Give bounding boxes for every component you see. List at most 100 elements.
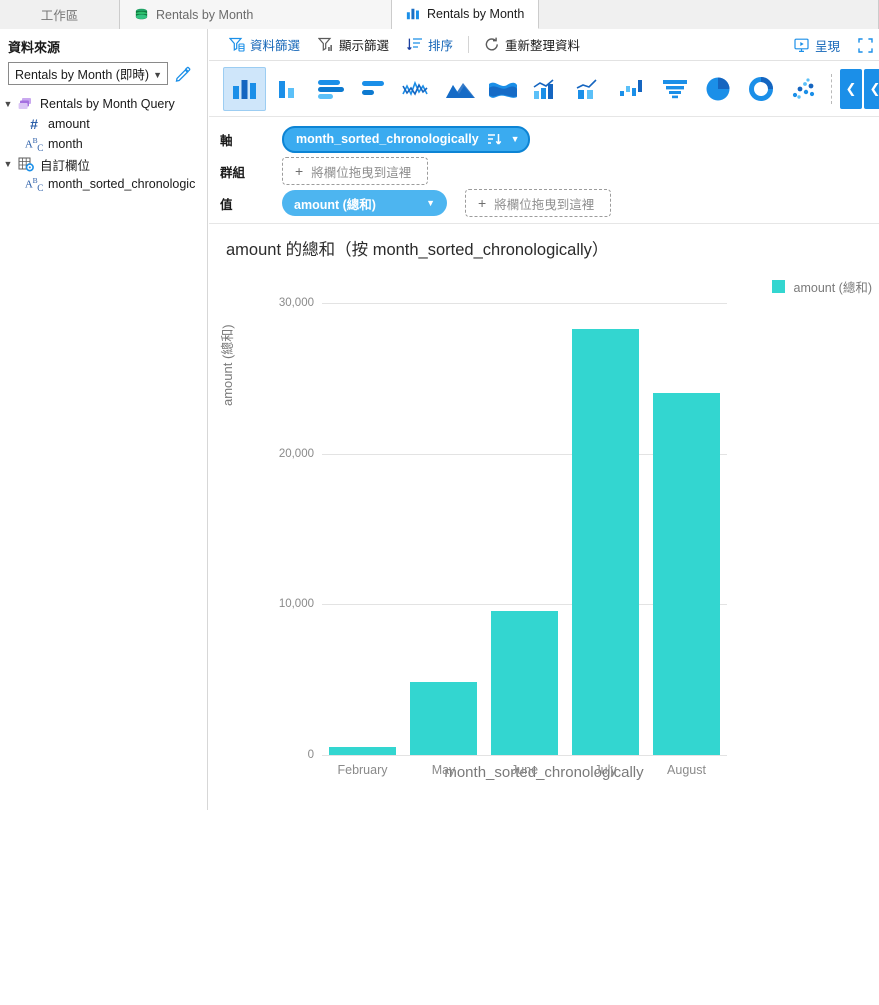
data-source-select-value: Rentals by Month (即時) — [15, 64, 149, 83]
chevron-expanded-icon[interactable]: ▼ — [0, 99, 16, 109]
value-field-pill-label: amount (總和) — [294, 194, 376, 213]
gallery-scroll-right-button[interactable]: ❮ — [864, 69, 879, 109]
custom-field-icon — [16, 157, 36, 172]
axis-field-pill[interactable]: month_sorted_chronologically ▼ — [282, 126, 530, 153]
refresh-data-button[interactable]: 重新整理資料 — [475, 33, 589, 57]
chart-editor-pane: 資料篩選 顯示篩選 排 — [209, 29, 879, 810]
present-label: 呈現 — [815, 36, 840, 55]
gallery-combo-column-line-chart[interactable] — [567, 67, 610, 111]
show-filter-button[interactable]: 顯示篩選 — [309, 33, 398, 57]
chart-type-gallery: ❮ ❮ — [209, 61, 879, 117]
gallery-column-chart-variant[interactable] — [266, 67, 309, 111]
data-filter-button[interactable]: 資料篩選 — [220, 33, 309, 57]
sort-desc-icon[interactable] — [487, 133, 503, 146]
chart-bar[interactable] — [410, 682, 477, 755]
chevron-down-icon: ▼ — [153, 63, 162, 85]
refresh-data-label: 重新整理資料 — [505, 35, 580, 54]
gallery-area-chart[interactable] — [438, 67, 481, 111]
text-icon: ABC — [24, 136, 44, 153]
plus-icon: + — [478, 195, 486, 211]
chart-bar[interactable] — [329, 747, 396, 755]
present-button[interactable]: 呈現 — [785, 33, 849, 57]
value-dropzone[interactable]: + 將欄位拖曳到這裡 — [465, 189, 611, 217]
chart-y-axis-label: amount (總和) — [217, 324, 236, 406]
group-well-row: 群組 + 將欄位拖曳到這裡 — [209, 155, 879, 187]
present-icon — [794, 38, 810, 53]
gallery-bar-chart[interactable] — [309, 67, 352, 111]
fullscreen-button[interactable] — [849, 33, 879, 57]
chart-x-tick-label: June — [511, 763, 538, 777]
gallery-pie-chart[interactable] — [696, 67, 739, 111]
gallery-divider — [831, 74, 832, 104]
gallery-combo-line-column-chart[interactable] — [524, 67, 567, 111]
chart-gridline — [322, 755, 727, 756]
chart-bar[interactable] — [572, 329, 639, 755]
chart-plot-area: amount (總和) month_sorted_chronologically… — [209, 224, 879, 784]
chart-x-tick-label: August — [667, 763, 706, 777]
tab-workspace[interactable]: 工作區 — [0, 0, 120, 29]
tree-node-amount[interactable]: # amount — [0, 114, 207, 134]
command-bar: 資料篩選 顯示篩選 排 — [209, 29, 879, 61]
gallery-column-chart[interactable] — [223, 67, 266, 111]
value-well-row: 值 amount (總和) ▼ + 將欄位拖曳到這裡 — [209, 187, 879, 219]
chart-bar[interactable] — [653, 393, 720, 755]
query-icon — [16, 97, 36, 111]
chart-y-tick-label: 0 — [254, 749, 314, 761]
data-source-select-row: Rentals by Month (即時) ▼ — [0, 62, 207, 85]
gallery-funnel-chart[interactable] — [653, 67, 696, 111]
gallery-waterfall-chart[interactable] — [610, 67, 653, 111]
gallery-line-chart[interactable] — [395, 67, 438, 111]
chart-x-tick-label: February — [337, 763, 387, 777]
gallery-stream-chart[interactable] — [481, 67, 524, 111]
tree-node-query[interactable]: ▼ Rentals by Month Query — [0, 94, 207, 114]
app-root: 工作區 Rentals by Month — [0, 0, 879, 810]
tree-node-custom-fields-label: 自訂欄位 — [36, 155, 90, 174]
data-source-title: 資料來源 — [0, 35, 207, 62]
tree-node-custom-fields[interactable]: ▼ 自訂欄位 — [0, 154, 207, 174]
chevron-down-icon[interactable]: ▼ — [426, 198, 435, 208]
chart-x-tick-label: May — [432, 763, 456, 777]
value-well-label: 值 — [220, 194, 282, 213]
sort-button[interactable]: 排序 — [398, 33, 462, 57]
gallery-scroll-left-button[interactable]: ❮ — [840, 69, 862, 109]
group-dropzone-label: 將欄位拖曳到這裡 — [311, 162, 411, 181]
chevron-down-icon[interactable]: ▼ — [511, 134, 520, 144]
chevron-expanded-icon[interactable]: ▼ — [0, 159, 16, 169]
show-filter-icon — [318, 37, 334, 52]
axis-well-row: 軸 month_sorted_chronologically ▼ — [209, 123, 879, 155]
chart-canvas: amount 的總和（按 month_sorted_chronologicall… — [209, 224, 879, 1005]
sort-label: 排序 — [428, 35, 453, 54]
tab-rentals-datasource-label: Rentals by Month — [156, 8, 253, 22]
axis-field-pill-label: month_sorted_chronologically — [296, 132, 479, 146]
tab-workspace-label: 工作區 — [41, 5, 79, 24]
gallery-donut-chart[interactable] — [739, 67, 782, 111]
chart-x-tick-label: July — [594, 763, 616, 777]
value-dropzone-label: 將欄位拖曳到這裡 — [494, 194, 594, 213]
gallery-scatter-chart[interactable] — [782, 67, 825, 111]
tree-node-month[interactable]: ABC month — [0, 134, 207, 154]
tab-strip: 工作區 Rentals by Month — [0, 0, 879, 29]
data-source-select[interactable]: Rentals by Month (即時) ▼ — [8, 62, 168, 85]
text-icon: ABC — [24, 176, 44, 193]
data-filter-label: 資料篩選 — [250, 35, 300, 54]
tab-rentals-by-month-chart[interactable]: Rentals by Month — [392, 0, 539, 29]
tab-strip-filler — [539, 0, 879, 29]
group-dropzone[interactable]: + 將欄位拖曳到這裡 — [282, 157, 428, 185]
axis-well-label: 軸 — [220, 130, 282, 149]
pencil-icon[interactable] — [174, 65, 192, 83]
data-filter-icon — [229, 37, 245, 52]
value-field-pill[interactable]: amount (總和) ▼ — [282, 190, 447, 216]
chart-y-tick-label: 10,000 — [254, 598, 314, 610]
data-source-pane: 資料來源 Rentals by Month (即時) ▼ ▼ — [0, 29, 208, 810]
database-icon — [134, 7, 149, 22]
tab-rentals-by-month-datasource[interactable]: Rentals by Month — [120, 0, 392, 29]
sort-icon — [407, 37, 423, 52]
tree-node-month-sorted[interactable]: ABC month_sorted_chronologic — [0, 174, 207, 194]
refresh-icon — [484, 37, 500, 52]
group-well-label: 群組 — [220, 162, 282, 181]
bar-chart-icon — [406, 7, 420, 21]
gallery-bar-chart-variant[interactable] — [352, 67, 395, 111]
chart-gridline — [322, 303, 727, 304]
chart-bar[interactable] — [491, 611, 558, 755]
command-divider — [468, 36, 469, 53]
